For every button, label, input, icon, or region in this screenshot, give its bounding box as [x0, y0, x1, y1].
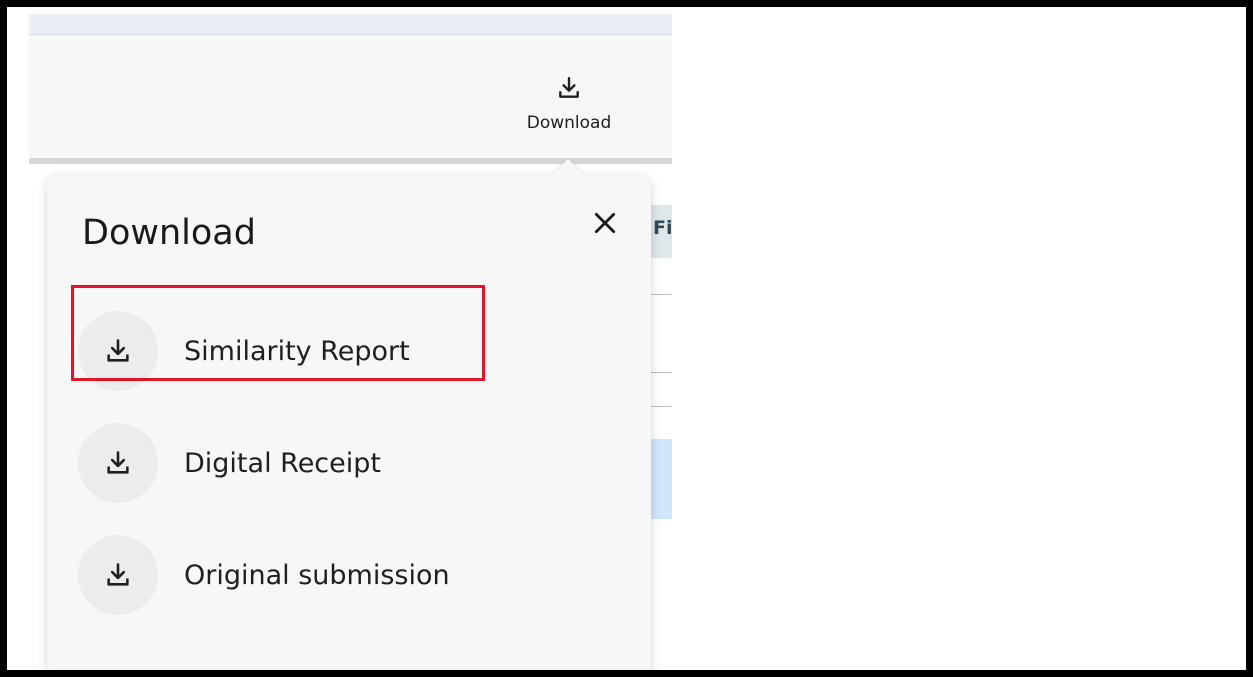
- close-button[interactable]: [587, 205, 623, 241]
- download-popover: Download Similarity Report Digital Recei…: [47, 175, 651, 675]
- download-icon: [107, 451, 129, 474]
- toolbar-divider: [29, 158, 672, 164]
- table-header-cell: Fi: [649, 205, 672, 258]
- icon-circle: [78, 535, 158, 615]
- toolbar-download-button[interactable]: Download: [501, 75, 637, 155]
- top-strip: [29, 14, 672, 35]
- annotation-highlight-box: [71, 285, 485, 381]
- download-icon: [107, 563, 129, 586]
- download-item-label: Original submission: [184, 559, 450, 591]
- table-row-divider: [649, 406, 672, 407]
- close-icon: [594, 212, 616, 234]
- toolbar: Download: [29, 35, 672, 158]
- table-row-divider: [649, 372, 672, 373]
- table-header-text: Fi: [653, 217, 672, 239]
- popover-title: Download: [82, 213, 256, 253]
- download-original-submission[interactable]: Original submission: [78, 535, 498, 615]
- download-item-label: Digital Receipt: [184, 447, 381, 479]
- table-row-selected[interactable]: [649, 439, 672, 519]
- icon-circle: [78, 423, 158, 503]
- download-digital-receipt[interactable]: Digital Receipt: [78, 423, 498, 503]
- table-row-divider: [649, 294, 672, 295]
- download-icon: [559, 77, 579, 98]
- toolbar-download-label: Download: [526, 113, 612, 133]
